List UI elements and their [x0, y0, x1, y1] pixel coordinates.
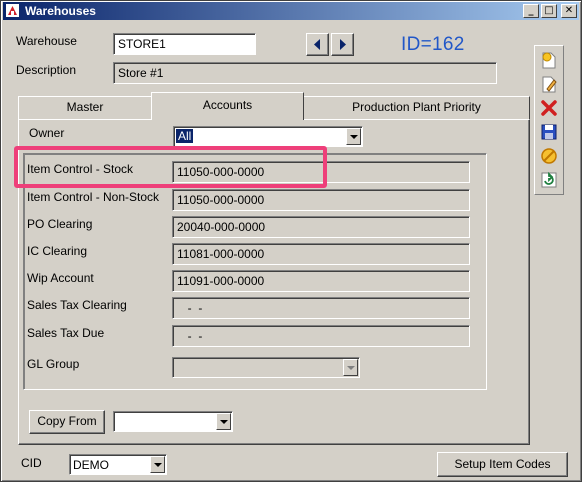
po-clearing-field[interactable]: 20040-000-0000: [172, 216, 470, 238]
tab-master[interactable]: Master: [18, 96, 152, 120]
save-icon[interactable]: [539, 122, 559, 142]
warehouses-window: Warehouses _ □ ✕ Warehouse STORE1 ID=162…: [0, 0, 582, 482]
warehouse-label: Warehouse: [16, 34, 77, 48]
row-label: IC Clearing: [27, 244, 88, 258]
copy-from-dropdown[interactable]: [113, 411, 233, 432]
sales-tax-clearing-field[interactable]: - -: [172, 297, 470, 319]
refresh-icon[interactable]: [539, 170, 559, 190]
app-icon: [6, 4, 19, 17]
description-label: Description: [16, 63, 77, 77]
owner-dropdown[interactable]: All: [173, 126, 363, 147]
row-label: Wip Account: [27, 271, 94, 285]
previous-record-button[interactable]: [306, 33, 329, 56]
row-label: Sales Tax Due: [27, 326, 105, 340]
gl-group-dropdown[interactable]: [172, 357, 360, 378]
cancel-icon[interactable]: [539, 146, 559, 166]
tab-production-plant-priority[interactable]: Production Plant Priority: [303, 96, 530, 120]
wip-account-field[interactable]: 11091-000-0000: [172, 270, 470, 292]
next-record-button[interactable]: [331, 33, 354, 56]
maximize-button[interactable]: □: [541, 4, 557, 18]
row-label: Sales Tax Clearing: [27, 298, 127, 312]
chevron-down-icon[interactable]: [346, 128, 361, 145]
record-toolbar: [534, 45, 564, 195]
chevron-down-icon[interactable]: [216, 413, 231, 430]
new-icon[interactable]: [539, 50, 559, 70]
gl-group-label: GL Group: [27, 357, 80, 371]
window-title: Warehouses: [25, 4, 96, 18]
row-label: PO Clearing: [27, 217, 93, 231]
arrow-left-icon: [314, 39, 320, 50]
setup-item-codes-button[interactable]: Setup Item Codes: [437, 452, 568, 477]
chevron-down-icon[interactable]: [343, 359, 358, 376]
close-button[interactable]: ✕: [561, 4, 577, 18]
delete-icon[interactable]: [539, 98, 559, 118]
owner-selected-value: All: [174, 128, 195, 144]
edit-icon[interactable]: [539, 74, 559, 94]
record-id-label: ID=162: [401, 34, 465, 55]
arrow-right-icon: [340, 39, 346, 50]
cid-label: CID: [21, 456, 42, 470]
title-bar[interactable]: Warehouses _ □ ✕: [3, 2, 579, 20]
row-label: Item Control - Stock: [27, 162, 134, 176]
tab-accounts[interactable]: Accounts: [151, 92, 304, 120]
sales-tax-due-field[interactable]: - -: [172, 325, 470, 347]
ic-clearing-field[interactable]: 11081-000-0000: [172, 243, 470, 265]
cid-dropdown[interactable]: DEMO: [69, 454, 167, 475]
copy-from-button[interactable]: Copy From: [29, 410, 105, 434]
owner-label: Owner: [29, 126, 65, 140]
row-label: Item Control - Non-Stock: [27, 190, 160, 204]
item-control-non-stock-field[interactable]: 11050-000-0000: [172, 189, 470, 211]
item-control-stock-field[interactable]: 11050-000-0000: [172, 161, 470, 183]
chevron-down-icon[interactable]: [150, 456, 165, 473]
minimize-button[interactable]: _: [523, 4, 539, 18]
warehouse-field[interactable]: STORE1: [113, 33, 256, 55]
description-field[interactable]: Store #1: [113, 62, 497, 84]
